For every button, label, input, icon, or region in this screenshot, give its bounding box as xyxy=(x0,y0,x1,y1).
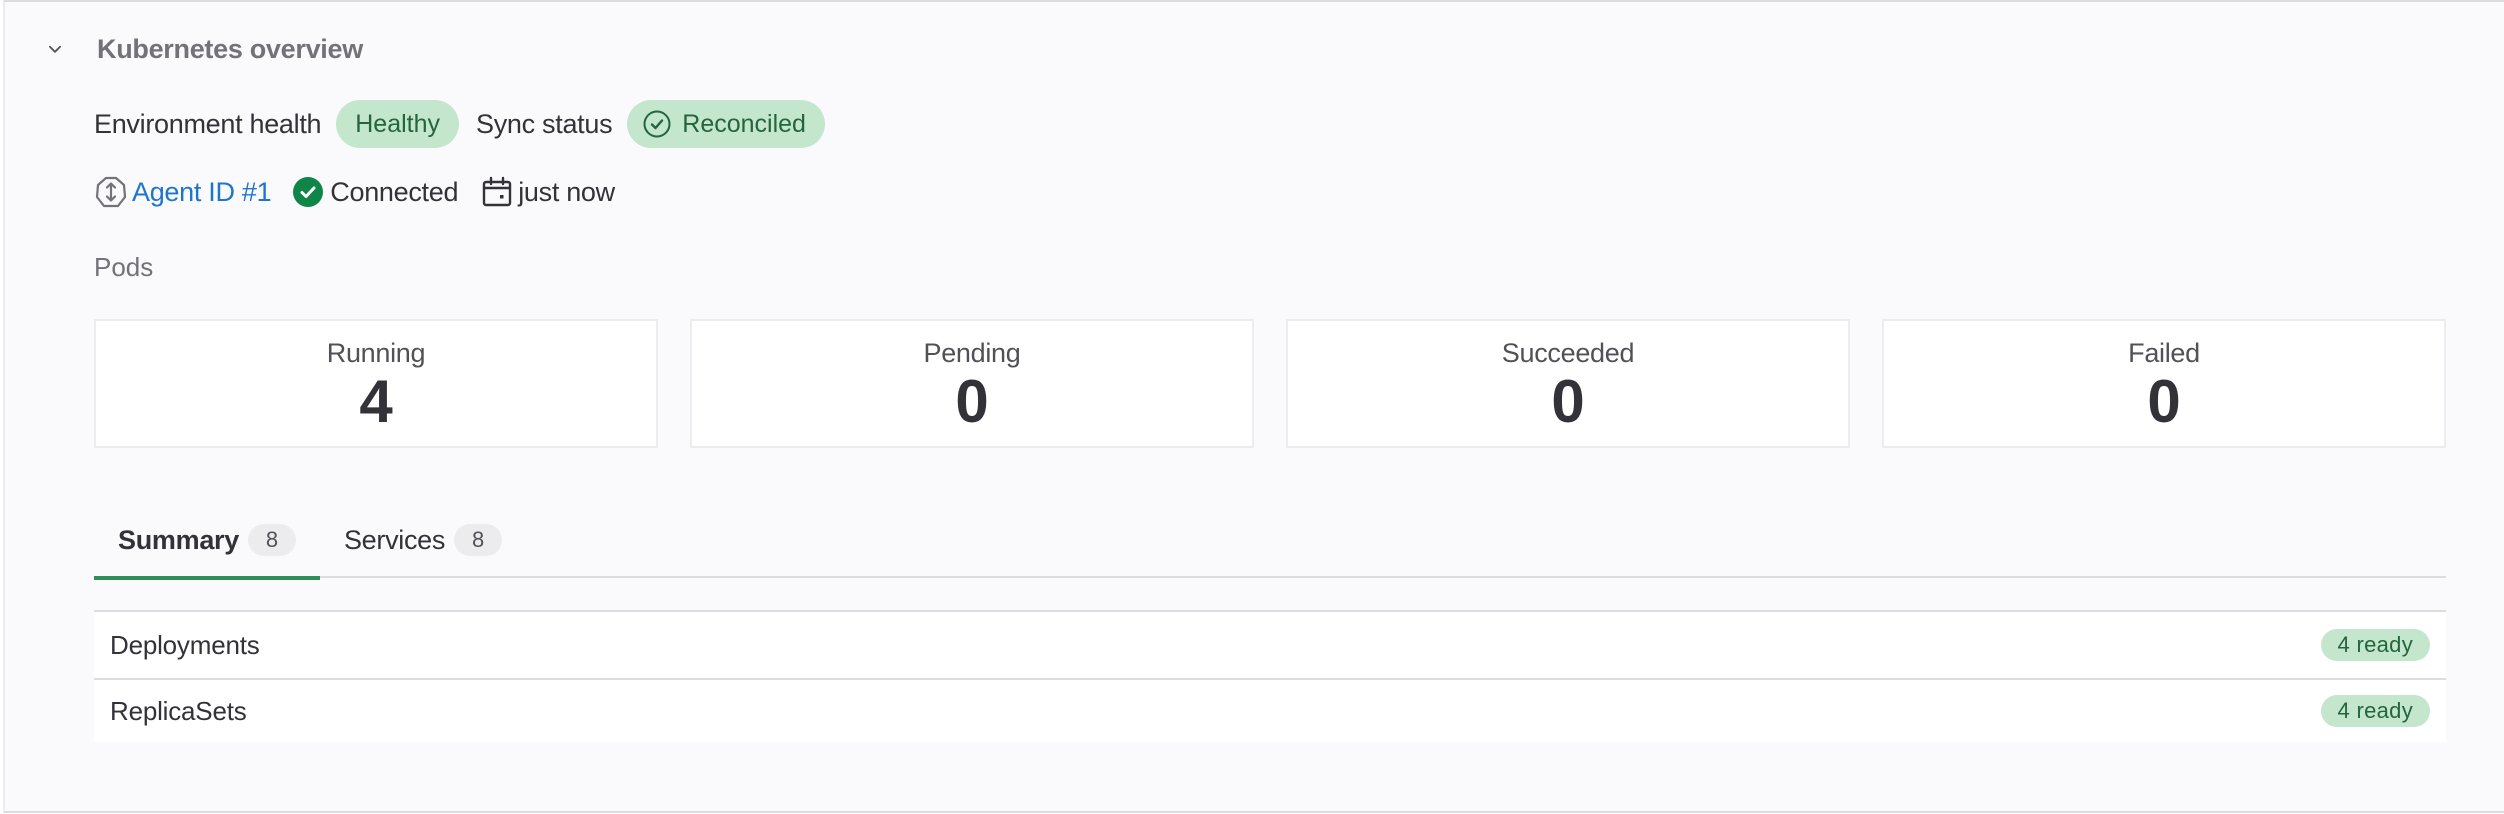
tab-summary[interactable]: Summary 8 xyxy=(94,502,320,580)
table-row[interactable]: ReplicaSets 4 ready xyxy=(94,678,2446,742)
pod-card-label: Failed xyxy=(2128,338,2200,368)
pod-card-value: 0 xyxy=(955,368,989,435)
tab-label: Services xyxy=(343,524,446,555)
kubernetes-overview-panel: Kubernetes overview Environment health H… xyxy=(3,0,2504,813)
summary-table: Deployments 4 ready ReplicaSets 4 ready xyxy=(94,610,2446,742)
check-circle-icon xyxy=(641,108,673,140)
pod-card-pending: Pending 0 xyxy=(690,319,1254,448)
pod-card-label: Pending xyxy=(923,338,1021,368)
pod-card-failed: Failed 0 xyxy=(1882,319,2446,448)
section-title: Kubernetes overview xyxy=(97,33,363,64)
section-header[interactable]: Kubernetes overview xyxy=(43,30,363,68)
ready-status-badge: 4 ready xyxy=(2320,695,2430,727)
environment-health-value: Healthy xyxy=(355,109,441,138)
tab-count-badge: 8 xyxy=(454,524,503,556)
sync-status-value: Reconciled xyxy=(682,109,806,138)
tab-label: Summary xyxy=(118,524,239,555)
resource-tabs: Summary 8 Services 8 xyxy=(94,502,2446,580)
agent-row: Agent ID #1 Connected just now xyxy=(94,172,615,212)
pod-card-running: Running 4 xyxy=(94,319,658,448)
environment-health-badge: Healthy xyxy=(336,100,460,148)
tab-count-badge: 8 xyxy=(247,524,296,556)
agent-icon xyxy=(94,175,128,209)
pod-status-cards: Running 4 Pending 0 Succeeded 0 Failed 0 xyxy=(94,319,2446,448)
ready-status-badge: 4 ready xyxy=(2320,629,2430,661)
agent-id-link[interactable]: Agent ID #1 xyxy=(132,177,272,208)
pod-card-label: Running xyxy=(326,338,426,368)
status-row: Environment health Healthy Sync status R… xyxy=(94,99,825,149)
calendar-icon xyxy=(480,175,514,209)
pod-card-value: 4 xyxy=(359,368,393,435)
chevron-down-icon[interactable] xyxy=(43,37,67,61)
pod-card-value: 0 xyxy=(2147,368,2181,435)
sync-status-label: Sync status xyxy=(476,108,613,139)
environment-health-label: Environment health xyxy=(94,108,322,139)
pod-card-value: 0 xyxy=(1551,368,1585,435)
table-row[interactable]: Deployments 4 ready xyxy=(94,612,2446,678)
pod-card-succeeded: Succeeded 0 xyxy=(1286,319,1850,448)
pod-card-label: Succeeded xyxy=(1501,338,1635,368)
tab-services[interactable]: Services 8 xyxy=(320,502,526,578)
resource-name: Deployments xyxy=(110,629,260,660)
sync-status-badge: Reconciled xyxy=(627,100,825,148)
connected-status-icon xyxy=(291,175,325,209)
pods-section-label: Pods xyxy=(94,252,154,282)
connection-status-text: Connected xyxy=(330,176,459,207)
last-seen-text: just now xyxy=(518,176,615,207)
resource-name: ReplicaSets xyxy=(110,695,247,726)
